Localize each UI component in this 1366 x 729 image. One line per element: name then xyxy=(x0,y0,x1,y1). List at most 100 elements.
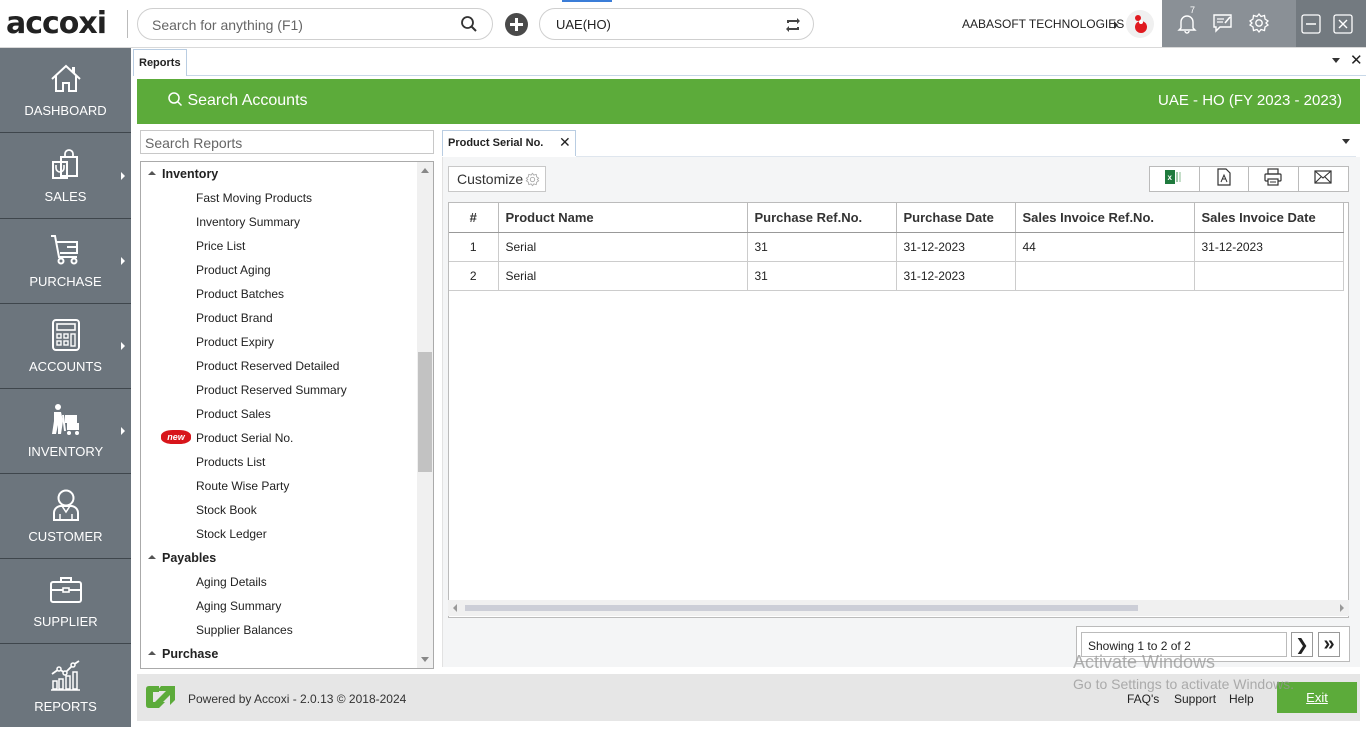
company-caret-icon[interactable] xyxy=(1114,21,1118,29)
sidebar-item-purchase[interactable]: PURCHASE xyxy=(0,219,131,304)
global-search-box[interactable] xyxy=(137,8,493,40)
cell-product-name: Serial xyxy=(498,232,748,262)
tab-reports[interactable]: Reports xyxy=(133,49,187,76)
tree-item[interactable]: Aging Summary xyxy=(141,594,416,618)
sidebar-item-customer[interactable]: CUSTOMER xyxy=(0,474,131,559)
exit-label: Exit xyxy=(1306,690,1328,705)
cell-sales-invoice-date: 31-12-2023 xyxy=(1194,232,1344,262)
tree-item[interactable]: Products List xyxy=(141,450,416,474)
close-window-icon[interactable] xyxy=(1333,14,1353,39)
export-excel-button[interactable]: x xyxy=(1150,167,1200,191)
active-indicator xyxy=(562,0,612,2)
branch-selector[interactable]: UAE(HO) xyxy=(539,8,814,40)
scrollbar-thumb[interactable] xyxy=(465,605,1138,611)
tree-item[interactable]: Inventory Summary xyxy=(141,210,416,234)
tree-label: Fast Moving Products xyxy=(196,191,313,205)
scroll-down-icon[interactable] xyxy=(421,657,429,662)
scrollbar-thumb[interactable] xyxy=(418,352,432,472)
collapse-caret-icon[interactable] xyxy=(148,171,156,175)
tree-item[interactable]: Fast Moving Products xyxy=(141,186,416,210)
home-icon xyxy=(49,62,83,96)
table-header-row: # Product Name Purchase Ref.No. Purchase… xyxy=(449,203,1344,233)
tree-item[interactable]: Product Batches xyxy=(141,282,416,306)
scroll-left-icon[interactable] xyxy=(453,604,457,612)
search-accounts-button[interactable]: Search Accounts xyxy=(167,91,308,110)
column-header-purchase-ref[interactable]: Purchase Ref.No. xyxy=(747,203,897,233)
reports-search-input[interactable] xyxy=(145,134,425,151)
search-icon[interactable] xyxy=(460,15,478,38)
tree-group[interactable]: Purchase xyxy=(141,642,416,666)
tree-item[interactable]: Product Brand xyxy=(141,306,416,330)
collapse-caret-icon[interactable] xyxy=(148,651,156,655)
tree-item[interactable]: Product Aging xyxy=(141,258,416,282)
sidebar-item-reports[interactable]: REPORTS xyxy=(0,644,131,729)
report-tabs-dropdown-icon[interactable] xyxy=(1342,139,1350,144)
tree-item[interactable]: Route Wise Party xyxy=(141,474,416,498)
tree-item[interactable]: Stock Book xyxy=(141,498,416,522)
tree-label: Purchase xyxy=(162,647,219,661)
next-page-button[interactable]: ❯ xyxy=(1291,632,1313,657)
print-button[interactable] xyxy=(1249,167,1299,191)
settings-gear-icon[interactable] xyxy=(1248,12,1270,39)
tab-product-serial-no[interactable]: Product Serial No. ✕ xyxy=(442,130,576,156)
bell-icon[interactable] xyxy=(1177,12,1197,39)
tree-item[interactable]: Product Sales xyxy=(141,402,416,426)
collapse-caret-icon[interactable] xyxy=(148,555,156,559)
customize-button[interactable]: Customize xyxy=(448,166,546,192)
user-avatar[interactable] xyxy=(1126,10,1154,38)
pdf-icon xyxy=(1217,167,1231,191)
minimize-icon[interactable] xyxy=(1301,14,1321,39)
table-row[interactable]: 2 Serial 31 31-12-2023 xyxy=(449,261,1344,291)
cell-sales-invoice-ref xyxy=(1015,261,1195,291)
company-name[interactable]: AABASOFT TECHNOLOGIES xyxy=(962,17,1124,31)
support-link[interactable]: Support xyxy=(1174,692,1216,706)
export-pdf-button[interactable] xyxy=(1200,167,1249,191)
tree-group[interactable]: Payables xyxy=(141,546,416,570)
column-header-purchase-date[interactable]: Purchase Date xyxy=(896,203,1016,233)
tree-label: Payables xyxy=(162,551,217,565)
report-tab-label: Product Serial No. xyxy=(448,137,544,149)
cell-purchase-date: 31-12-2023 xyxy=(896,261,1016,291)
refresh-icon[interactable] xyxy=(783,15,803,40)
sidebar-item-dashboard[interactable]: DASHBOARD xyxy=(0,48,131,133)
close-tab-icon[interactable]: ✕ xyxy=(1350,51,1363,69)
tab-list-dropdown-icon[interactable] xyxy=(1332,58,1340,63)
sidebar-item-inventory[interactable]: INVENTORY xyxy=(0,389,131,474)
add-new-button[interactable] xyxy=(505,13,528,36)
tree-item[interactable]: Stock Ledger xyxy=(141,522,416,546)
tree-item[interactable]: Supplier Balances xyxy=(141,618,416,642)
tree-item[interactable]: Price List xyxy=(141,234,416,258)
faqs-link[interactable]: FAQ's xyxy=(1127,692,1159,706)
scroll-right-icon[interactable] xyxy=(1340,604,1344,612)
horizontal-scrollbar[interactable] xyxy=(448,600,1349,616)
sidebar-label: SUPPLIER xyxy=(33,614,98,629)
tree-item[interactable]: new Product Serial No. xyxy=(141,426,416,450)
table-row[interactable]: 1 Serial 31 31-12-2023 44 31-12-2023 xyxy=(449,232,1344,262)
sidebar-item-supplier[interactable]: SUPPLIER xyxy=(0,559,131,644)
last-page-button[interactable]: » xyxy=(1318,632,1340,657)
tree-scrollbar[interactable] xyxy=(417,162,433,668)
help-link[interactable]: Help xyxy=(1229,692,1254,706)
tree-group[interactable]: Inventory xyxy=(141,162,416,186)
tree-item[interactable]: Product Expiry xyxy=(141,330,416,354)
tree-item[interactable]: Aging Details xyxy=(141,570,416,594)
sidebar-item-sales[interactable]: SALES xyxy=(0,134,131,219)
tree-item[interactable]: Product Reserved Summary xyxy=(141,378,416,402)
notes-icon[interactable] xyxy=(1212,12,1234,39)
reports-search-box[interactable] xyxy=(140,130,434,154)
column-header-sales-invoice-ref[interactable]: Sales Invoice Ref.No. xyxy=(1015,203,1195,233)
email-button[interactable] xyxy=(1299,167,1349,191)
tree-item[interactable]: Product Reserved Detailed xyxy=(141,354,416,378)
sidebar-label: INVENTORY xyxy=(27,444,104,459)
scroll-up-icon[interactable] xyxy=(421,168,429,173)
global-search-input[interactable] xyxy=(152,15,452,35)
sidebar-item-accounts[interactable]: ACCOUNTS xyxy=(0,304,131,389)
cell-purchase-ref: 31 xyxy=(747,261,897,291)
column-header-index[interactable]: # xyxy=(449,203,499,233)
column-header-product-name[interactable]: Product Name xyxy=(498,203,748,233)
inventory-worker-icon xyxy=(49,403,83,437)
close-report-tab-icon[interactable]: ✕ xyxy=(559,134,571,151)
export-toolbar: x xyxy=(1149,166,1349,192)
column-header-sales-invoice-date[interactable]: Sales Invoice Date xyxy=(1194,203,1344,233)
tree-label: Aging Summary xyxy=(196,599,282,613)
